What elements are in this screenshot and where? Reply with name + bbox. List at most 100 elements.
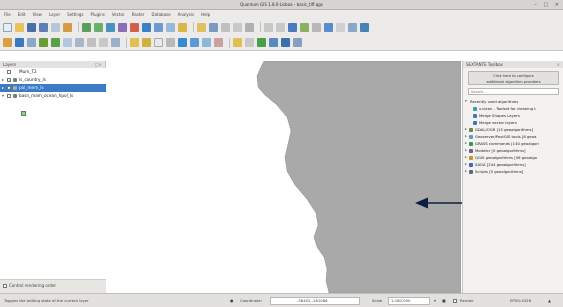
map-tips-icon[interactable] (202, 38, 211, 47)
python-console-icon[interactable] (281, 38, 290, 47)
add-wms-layer-icon[interactable] (142, 22, 151, 32)
pan-icon[interactable] (3, 38, 12, 47)
menu-plugins[interactable]: Plugins (91, 12, 105, 17)
menu-database[interactable]: Database (152, 12, 171, 17)
undo-icon[interactable] (264, 22, 273, 32)
menu-edit[interactable]: Edit (18, 12, 26, 17)
tree-item-provider[interactable]: ▸ Geoserver/PostGIS tools [8 geoa (463, 133, 563, 140)
configure-providers-button[interactable]: Click here to configure additional algor… (468, 71, 559, 85)
tree-item-algorithm[interactable]: v.clean - Toolset for cleaning t (463, 105, 563, 112)
attribute-table-icon[interactable] (154, 38, 163, 47)
toolbox-search-input[interactable] (468, 88, 559, 95)
save-edits-icon[interactable] (209, 22, 218, 32)
expand-icon[interactable]: ▸ (465, 147, 467, 154)
field-calculator-icon[interactable] (166, 38, 175, 47)
maximize-icon[interactable]: □ (543, 2, 548, 8)
info-icon[interactable] (324, 22, 333, 32)
layer-item-basn-mam-ocean[interactable]: ▾ basn_mam_ocean_hpol_ls (0, 92, 106, 100)
close-icon[interactable]: × (555, 2, 559, 8)
layer-visibility-checkbox[interactable] (7, 94, 11, 98)
add-raster-layer-icon[interactable] (94, 22, 103, 32)
save-project-icon[interactable] (27, 22, 36, 32)
panel-close-icon[interactable]: × (557, 61, 560, 68)
layer-style-icon[interactable] (300, 22, 309, 32)
tree-item-algorithm[interactable]: Merge vector layers (463, 119, 563, 126)
pan-to-selection-icon[interactable] (15, 38, 24, 47)
zoom-last-icon[interactable] (87, 38, 96, 47)
collapse-icon[interactable]: ▾ (465, 98, 467, 105)
tree-item-recent[interactable]: ▾ Recently used algorithms (463, 98, 563, 105)
move-feature-icon[interactable] (233, 22, 242, 32)
new-project-icon[interactable] (3, 22, 12, 32)
expand-icon[interactable]: ▸ (465, 154, 467, 161)
add-postgis-layer-icon[interactable] (106, 22, 115, 32)
edit-pencil-icon[interactable] (197, 22, 206, 32)
layer-visibility-checkbox[interactable] (7, 77, 11, 85)
scale-dropdown-icon[interactable]: ▾ (434, 296, 436, 306)
tree-item-provider[interactable]: ▸ QGIS geoalgorithms [56 geoalgo (463, 154, 563, 161)
toolbox-icon[interactable] (360, 22, 369, 32)
print-composer-icon[interactable] (51, 22, 60, 32)
add-wfs-layer-icon[interactable] (166, 22, 175, 32)
style-manager-icon[interactable] (288, 22, 297, 32)
layer-visibility-checkbox[interactable] (7, 70, 11, 74)
layer-item-ls-country[interactable]: ▸ ls_country_ls (0, 76, 106, 85)
annotation-icon[interactable] (245, 38, 254, 47)
expand-icon[interactable]: ▸ (465, 161, 467, 168)
tree-item-provider[interactable]: ▸ Scripts [5 geoalgorithms] (463, 168, 563, 175)
zoom-in-icon[interactable] (27, 38, 36, 47)
add-vector-layer-icon[interactable] (82, 22, 91, 32)
tree-item-provider[interactable]: ▸ SAGA [244 geoalgorithms] (463, 161, 563, 168)
deselect-icon[interactable] (142, 38, 151, 47)
zoom-next-icon[interactable] (99, 38, 108, 47)
expand-icon[interactable]: ▸ (465, 168, 467, 175)
menu-file[interactable]: File (4, 12, 11, 17)
layer-visibility-checkbox[interactable] (7, 85, 11, 93)
add-feature-icon[interactable] (221, 22, 230, 32)
layer-item-pol-mem[interactable]: ▸ pol_mem_ls (0, 84, 106, 93)
refresh-icon[interactable] (111, 38, 120, 47)
zoom-out-icon[interactable] (39, 38, 48, 47)
node-tool-icon[interactable] (245, 22, 254, 32)
tree-item-algorithm[interactable]: Merge Shapes Layers (463, 112, 563, 119)
expand-icon[interactable]: ▸ (2, 76, 4, 84)
plugin-manager-icon[interactable] (269, 38, 278, 47)
menu-settings[interactable]: Settings (67, 12, 83, 17)
stop-render-icon[interactable]: ■ (442, 296, 446, 306)
redo-icon[interactable] (276, 22, 285, 32)
menu-help[interactable]: Help (201, 12, 210, 17)
menu-analysis[interactable]: Analysis (178, 12, 194, 17)
menu-layer[interactable]: Layer (49, 12, 60, 17)
tree-item-provider[interactable]: ▸ GDAL/OGR [15 geoalgorithms] (463, 126, 563, 133)
scale-combobox[interactable]: 1:180,000 (388, 297, 430, 305)
bookmark-icon[interactable] (214, 38, 223, 47)
add-spatialite-layer-icon[interactable] (118, 22, 127, 32)
zoom-full-icon[interactable] (51, 38, 60, 47)
map-canvas[interactable] (107, 61, 461, 293)
zoom-layer-icon[interactable] (63, 38, 72, 47)
collapse-icon[interactable]: ▾ (2, 92, 4, 100)
tree-item-provider[interactable]: ▸ GRASS commands [140 geoalgori (463, 140, 563, 147)
expand-icon[interactable]: ▸ (2, 84, 4, 92)
measure-line-icon[interactable] (178, 38, 187, 47)
expand-icon[interactable]: ▸ (465, 133, 467, 140)
minimize-icon[interactable]: – (534, 2, 537, 8)
add-wcs-layer-icon[interactable] (154, 22, 163, 32)
menu-vector[interactable]: Vector (112, 12, 125, 17)
open-project-icon[interactable] (15, 22, 24, 32)
add-mssql-layer-icon[interactable] (130, 22, 139, 32)
expand-icon[interactable]: ▸ (465, 140, 467, 147)
epsg-label[interactable]: EPSG:4326 (510, 296, 531, 306)
label-icon[interactable] (233, 38, 242, 47)
menu-raster[interactable]: Raster (132, 12, 145, 17)
save-as-icon[interactable] (39, 22, 48, 32)
grass-icon[interactable] (257, 38, 266, 47)
zoom-selection-icon[interactable] (75, 38, 84, 47)
measure-area-icon[interactable] (190, 38, 199, 47)
new-shapefile-icon[interactable] (178, 22, 187, 32)
layer-item-mum-t2[interactable]: Mum_T2 (0, 68, 106, 76)
control-rendering-checkbox[interactable] (3, 284, 7, 288)
composer-manager-icon[interactable] (63, 22, 72, 32)
tree-item-provider[interactable]: ▸ Modeler [0 geoalgorithms] (463, 147, 563, 154)
coordinate-field[interactable]: -58402,-261086 (270, 297, 360, 305)
